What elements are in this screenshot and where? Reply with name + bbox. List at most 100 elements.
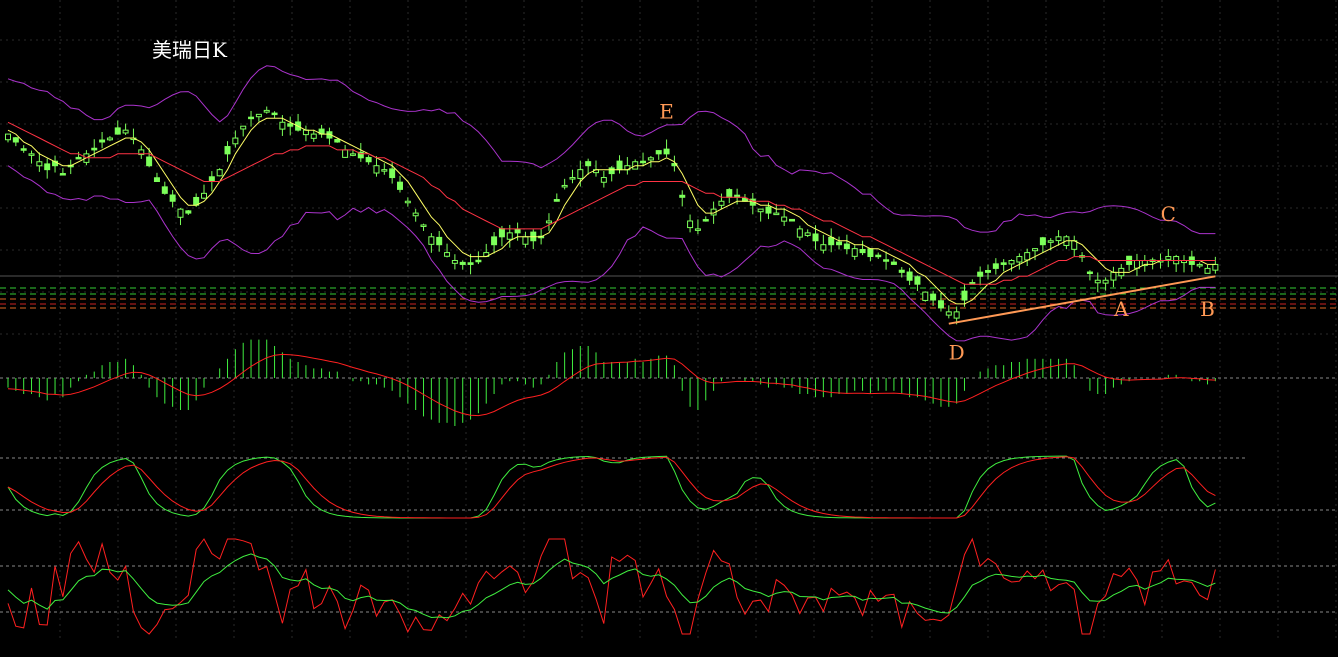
- candle-body: [185, 210, 192, 214]
- candle-body: [600, 177, 607, 183]
- candle-body: [945, 311, 952, 316]
- candle-body: [804, 232, 811, 236]
- bollinger-bands: [7, 65, 1216, 342]
- candle-body: [397, 181, 403, 190]
- candle-body: [726, 189, 733, 198]
- candle-body: [28, 153, 35, 156]
- candle-body: [1102, 279, 1109, 284]
- candle-body: [44, 163, 51, 171]
- candle-body: [843, 243, 850, 250]
- candle-body: [522, 236, 529, 245]
- annotation-d: D: [949, 340, 965, 364]
- candle-body: [851, 248, 858, 257]
- candle-body: [467, 262, 474, 265]
- candle-body: [867, 248, 874, 258]
- candle-body: [514, 228, 521, 234]
- candle-body: [890, 261, 897, 265]
- annotation-b: B: [1200, 297, 1215, 321]
- candle-body: [757, 208, 764, 213]
- candle-body: [553, 199, 560, 202]
- candle-body: [451, 260, 458, 264]
- macd-panel: [0, 339, 1338, 426]
- candle-body: [279, 121, 286, 130]
- candle-body: [342, 149, 349, 158]
- candle-body: [248, 116, 255, 120]
- candle-body: [287, 123, 294, 127]
- candle-body: [1204, 267, 1211, 274]
- candle-body: [1196, 263, 1203, 267]
- candle-body: [412, 212, 419, 217]
- candle-body: [687, 220, 694, 229]
- candle-body: [640, 160, 647, 164]
- candle-body: [491, 236, 498, 246]
- candle-body: [240, 125, 247, 130]
- candle-body: [1055, 236, 1062, 242]
- candle-body: [930, 293, 937, 301]
- ma-long-line: [7, 121, 1216, 285]
- candle-body: [1024, 252, 1031, 261]
- candle-body: [828, 236, 835, 246]
- candle-body: [898, 269, 905, 273]
- candle-body: [216, 169, 223, 177]
- candle-body: [349, 153, 356, 156]
- candle-body: [1008, 260, 1015, 265]
- candle-body: [255, 113, 262, 118]
- candle-body: [334, 139, 341, 143]
- annotation-a: A: [1113, 297, 1129, 321]
- candle-body: [365, 157, 372, 163]
- candle-body: [789, 218, 795, 222]
- candle-body: [436, 236, 443, 246]
- candle-body: [647, 157, 654, 161]
- candle-body: [404, 200, 411, 204]
- candle-body: [459, 261, 466, 265]
- rsi-slow-line: [7, 553, 1216, 619]
- candle-body: [106, 137, 113, 141]
- candle-body: [1094, 279, 1101, 284]
- candle-body: [577, 169, 584, 179]
- candle-body: [922, 291, 929, 301]
- candle-body: [114, 127, 121, 135]
- candle-body: [232, 137, 239, 145]
- candle-body: [428, 236, 435, 245]
- candle-body: [5, 133, 11, 141]
- candle-body: [608, 167, 615, 175]
- candle-body: [99, 139, 106, 143]
- candle-body: [702, 219, 709, 222]
- kdj-panel: [0, 455, 1338, 519]
- candle-body: [420, 224, 427, 227]
- candle-body: [1165, 256, 1172, 260]
- annotation-c: C: [1161, 202, 1176, 226]
- candle-body: [1047, 240, 1054, 243]
- candle-body: [765, 206, 772, 214]
- candle-body: [937, 300, 944, 309]
- kdj-d-line: [7, 456, 1216, 519]
- rsi-panel: [0, 537, 1338, 635]
- candle-body: [773, 212, 780, 216]
- candlestick-chart[interactable]: E D A C B: [0, 0, 1338, 657]
- candle-body: [310, 133, 317, 139]
- chart-window: E D A C B 美瑞日K: [0, 0, 1338, 657]
- annotation-e: E: [659, 99, 674, 123]
- candle-body: [1016, 256, 1023, 263]
- candle-body: [569, 177, 576, 180]
- candle-body: [59, 173, 66, 176]
- kdj-k-line: [7, 455, 1216, 519]
- candle-body: [389, 168, 396, 179]
- candle-body: [859, 248, 866, 254]
- candle-body: [75, 156, 82, 160]
- candle-body: [545, 220, 552, 224]
- candle-body: [263, 109, 270, 113]
- candle-body: [977, 271, 984, 277]
- candle-body: [271, 112, 278, 116]
- bollinger-lower: [7, 165, 1216, 342]
- candle-body: [506, 232, 513, 240]
- candle-body: [906, 271, 913, 281]
- rsi-fast-line: [7, 537, 1216, 635]
- chart-title: 美瑞日K: [152, 38, 227, 62]
- candle-body: [224, 146, 231, 155]
- candle-body: [992, 263, 999, 269]
- candle-body: [177, 208, 184, 218]
- candle-body: [373, 165, 380, 174]
- candle-body: [12, 137, 19, 143]
- candle-body: [381, 169, 388, 172]
